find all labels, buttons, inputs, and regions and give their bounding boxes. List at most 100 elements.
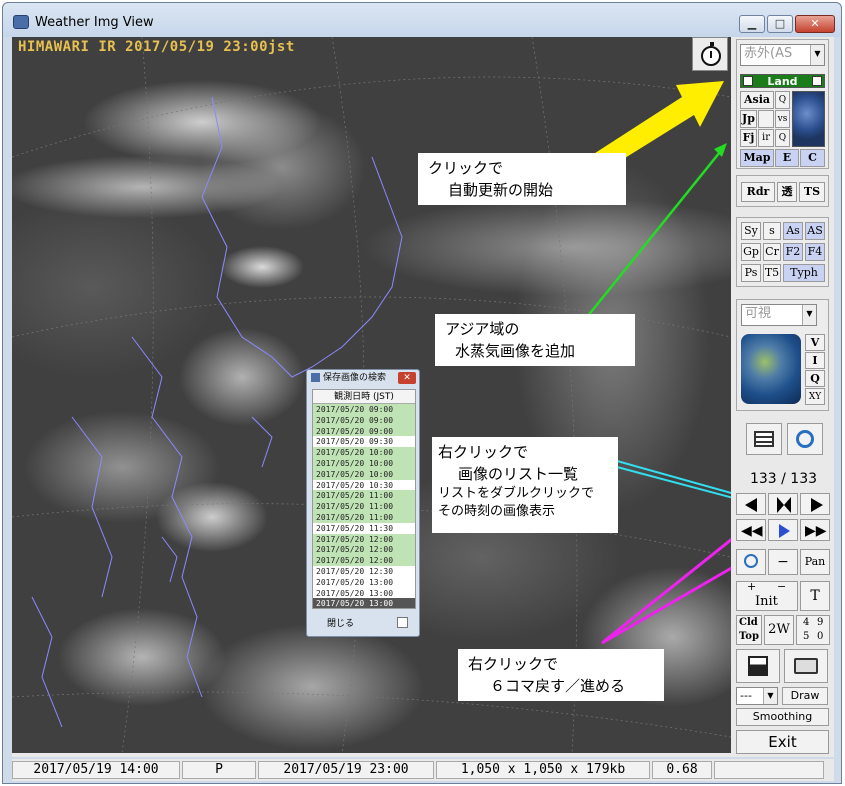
q-button[interactable]: Q — [805, 370, 825, 387]
list-item[interactable]: 2017/05/20 09:00 — [313, 404, 415, 415]
list-frames-button[interactable] — [768, 493, 798, 515]
e-button[interactable]: E — [775, 149, 799, 167]
list-item[interactable]: 2017/05/20 13:00 — [313, 588, 415, 599]
list-item[interactable]: 2017/05/20 11:30 — [313, 523, 415, 534]
list-item[interactable]: 2017/05/20 10:00 — [313, 468, 415, 480]
i-button[interactable]: I — [805, 352, 825, 369]
observation-time-list[interactable]: 観測日時 (JST) 2017/05/20 09:00 2017/05/20 09… — [312, 389, 416, 609]
as-upper-button[interactable]: AS — [805, 222, 825, 240]
ir-mode-select[interactable]: 赤外(AS ▼ — [740, 44, 825, 66]
v-button[interactable]: V — [805, 334, 825, 351]
pan-button[interactable]: Pan — [800, 549, 830, 575]
zoom-out-button[interactable]: − — [768, 549, 798, 575]
init-plus-label: + — [747, 581, 757, 593]
jp-sub-button[interactable] — [758, 110, 774, 128]
numeric-grid-button[interactable]: 4 9 5 0 — [796, 615, 830, 645]
smoothing-button[interactable]: Smoothing — [736, 708, 829, 726]
printer-icon — [794, 658, 818, 674]
list-view-button[interactable] — [746, 423, 782, 455]
list-item[interactable]: 2017/05/20 10:00 — [313, 457, 415, 469]
typh-button[interactable]: Typh — [783, 264, 825, 282]
ir-mode-value: 赤外(AS — [744, 46, 793, 61]
c-button[interactable]: C — [800, 149, 825, 167]
xy-button[interactable]: XY — [805, 388, 825, 405]
list-item[interactable]: 2017/05/20 11:00 — [313, 501, 415, 512]
callout-water-vapor: アジア域の 水蒸気画像を追加 — [435, 314, 635, 366]
list-item[interactable]: 2017/05/20 12:30 — [313, 566, 415, 577]
cr-button[interactable]: Cr — [763, 243, 781, 261]
list-item[interactable]: 2017/05/20 12:00 — [313, 544, 415, 556]
list-item[interactable]: 2017/05/20 09:30 — [313, 436, 415, 447]
fj-button[interactable]: Fj — [740, 129, 757, 147]
list-item[interactable]: 2017/05/20 09:00 — [313, 425, 415, 437]
next-frame-button[interactable] — [800, 493, 830, 515]
transparent-button[interactable]: 透 — [777, 182, 797, 202]
save-button[interactable] — [736, 649, 780, 683]
list-item[interactable]: 2017/05/20 11:00 — [313, 511, 415, 523]
ir-button[interactable]: ir — [758, 129, 774, 147]
app-icon — [13, 15, 29, 29]
list-item[interactable]: 2017/05/20 11:00 — [313, 490, 415, 502]
rdr-button[interactable]: Rdr — [741, 182, 775, 202]
search-image-button[interactable] — [787, 423, 823, 455]
as-lower-button[interactable]: As — [783, 222, 803, 240]
chevron-down-icon: ▼ — [802, 305, 816, 325]
callout-wv-line2: 水蒸気画像を追加 — [455, 342, 576, 360]
map-button[interactable]: Map — [740, 149, 774, 167]
t-button[interactable]: T — [800, 581, 830, 611]
land-checkbox-right[interactable] — [812, 76, 822, 86]
two-w-button[interactable]: 2W — [764, 615, 794, 645]
list-item[interactable]: 2017/05/20 12:00 — [313, 555, 415, 566]
forward-six-button[interactable]: ▶▶ — [800, 519, 830, 541]
dialog-checkbox[interactable] — [397, 617, 408, 628]
play-button[interactable] — [768, 519, 798, 541]
ts-button[interactable]: TS — [799, 182, 825, 202]
print-button[interactable] — [784, 649, 828, 683]
s-button[interactable]: s — [763, 222, 781, 240]
earth-thumbnail[interactable] — [741, 334, 801, 404]
list-item[interactable]: 2017/05/20 13:00 — [313, 577, 415, 588]
vs-button[interactable]: vs — [775, 110, 790, 128]
list-item[interactable]: 2017/05/20 10:00 — [313, 447, 415, 458]
dialog-close-button[interactable]: 閉じる — [327, 616, 354, 629]
asia-q-button[interactable]: Q — [775, 91, 790, 109]
draw-button[interactable]: Draw — [782, 687, 828, 705]
fj-q-button[interactable]: Q — [775, 129, 790, 147]
list-rows: 2017/05/20 09:00 2017/05/20 09:00 2017/05/… — [313, 404, 415, 608]
dialog-close-icon[interactable]: ✕ — [398, 372, 416, 384]
list-item[interactable]: 2017/05/20 10:30 — [313, 480, 415, 491]
asia-button[interactable]: Asia — [740, 91, 774, 109]
window-title: Weather Img View — [35, 15, 154, 30]
list-item[interactable]: 2017/05/20 09:00 — [313, 414, 415, 426]
back-six-button[interactable]: ◀◀ — [736, 519, 766, 541]
gp-button[interactable]: Gp — [741, 243, 761, 261]
minimize-button[interactable]: ▁ — [739, 15, 765, 33]
region-thumbnail[interactable] — [792, 91, 825, 147]
zoom-in-button[interactable] — [736, 549, 766, 575]
ps-button[interactable]: Ps — [741, 264, 761, 282]
maximize-button[interactable]: □ — [767, 15, 793, 33]
visible-select[interactable]: 可視 ▼ — [741, 304, 817, 326]
triangle-right-icon — [811, 498, 823, 512]
cloud-top-button[interactable]: Cld Top — [736, 615, 762, 645]
exit-button[interactable]: Exit — [736, 730, 829, 754]
control-panel: 赤外(AS ▼ Land Asia Q Jp vs Fj ir Q Map E — [733, 37, 834, 754]
callout-auto-update-line1: クリックで — [428, 159, 504, 177]
zoom-icon — [744, 554, 758, 568]
draw-select[interactable]: --- ▼ — [736, 687, 778, 705]
f4-button[interactable]: F4 — [805, 243, 825, 261]
land-checkbox-left[interactable] — [743, 76, 753, 86]
close-button[interactable]: ✕ — [795, 15, 835, 33]
list-item[interactable]: 2017/05/20 13:00 — [313, 598, 415, 608]
t5-button[interactable]: T5 — [763, 264, 781, 282]
list-item[interactable]: 2017/05/20 12:00 — [313, 533, 415, 545]
search-icon — [796, 430, 814, 448]
play-icon — [779, 524, 790, 538]
prev-frame-button[interactable] — [736, 493, 766, 515]
sy-button[interactable]: Sy — [741, 222, 761, 240]
satellite-image[interactable]: HIMAWARI IR 2017/05/19 23:00jst クリックで 自動… — [12, 37, 731, 753]
init-button[interactable]: + − Init — [736, 581, 798, 611]
f2-button[interactable]: F2 — [783, 243, 803, 261]
jp-button[interactable]: Jp — [740, 110, 757, 128]
land-toggle[interactable]: Land — [740, 74, 825, 88]
